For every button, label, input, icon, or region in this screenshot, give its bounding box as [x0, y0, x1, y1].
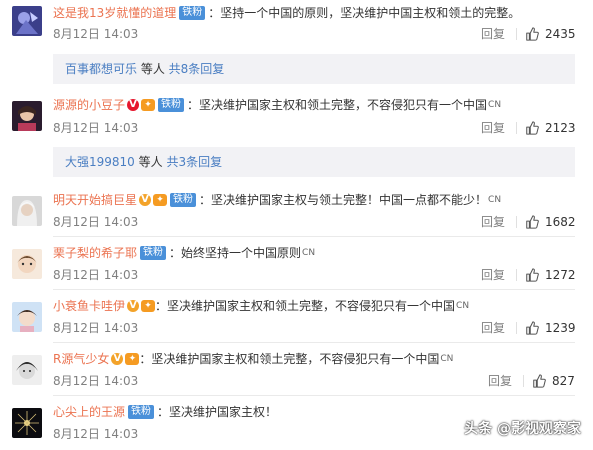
like-count: 1272	[545, 268, 576, 282]
cn-label: CN	[488, 195, 502, 205]
medal-icon: ✦	[125, 353, 140, 365]
cn-label: CN	[488, 100, 502, 110]
comment-time: 8月12日 14:03	[53, 321, 139, 335]
subreply-user[interactable]: 百事都想可乐	[65, 62, 137, 76]
subreply-mid: 等人	[137, 62, 169, 76]
comment-separator	[53, 236, 575, 237]
thumbs-up-icon	[533, 374, 546, 388]
comment-text: ：坚决维护国家主权和领土完整，不容侵犯只有一个中国	[187, 98, 488, 112]
username-link[interactable]: 源源的小豆子	[53, 95, 125, 115]
fan-badge: 铁粉	[128, 405, 155, 419]
comment-separator	[53, 395, 575, 396]
medal-icon: ✦	[141, 99, 156, 111]
action-divider	[523, 375, 524, 387]
subreply-mid: 等人	[134, 155, 167, 169]
action-divider	[516, 269, 517, 281]
like-button[interactable]: 2435	[525, 26, 576, 42]
thumbs-up-icon	[526, 215, 539, 229]
like-button[interactable]: 827	[532, 373, 575, 389]
fan-badge: 铁粉	[158, 98, 185, 112]
verified-v-icon: V	[127, 300, 140, 312]
verified-v-icon: V	[127, 99, 140, 111]
subreply-more-link[interactable]: 共3条回复	[166, 155, 222, 169]
avatar[interactable]	[12, 355, 42, 385]
fan-badge: 铁粉	[170, 193, 197, 207]
reply-button[interactable]: 回复	[481, 320, 505, 336]
reply-button[interactable]: 回复	[481, 26, 505, 42]
username-link[interactable]: 栗子梨的希子耶	[53, 243, 137, 263]
avatar[interactable]	[12, 196, 42, 226]
verified-v-icon: V	[139, 194, 152, 206]
thumbs-up-icon	[526, 321, 539, 335]
cn-label: CN	[302, 248, 316, 258]
username-link[interactable]: 小衰鱼卡哇伊	[53, 296, 125, 316]
like-button[interactable]: 1239	[525, 320, 576, 336]
like-count: 2123	[545, 121, 576, 135]
cn-label: CN	[456, 301, 470, 311]
comment-time: 8月12日 14:03	[53, 27, 139, 41]
like-button[interactable]: 2123	[525, 120, 576, 136]
comment-text: ：坚持一个中国的原则，坚决维护中国主权和领土的完整。	[208, 6, 521, 20]
like-count: 1682	[545, 215, 576, 229]
thumbs-up-icon	[526, 27, 539, 41]
reply-button[interactable]: 回复	[488, 373, 512, 389]
cn-label: CN	[440, 354, 454, 364]
reply-button[interactable]: 回复	[481, 120, 505, 136]
avatar[interactable]	[12, 6, 42, 36]
like-count: 2435	[545, 27, 576, 41]
action-divider	[516, 216, 517, 228]
avatar[interactable]	[12, 249, 42, 279]
comment-text: ：始终坚持一个中国原则	[169, 246, 302, 260]
fan-badge: 铁粉	[179, 6, 206, 20]
comment-separator	[53, 289, 575, 290]
like-count: 827	[552, 374, 575, 388]
like-count: 1239	[545, 321, 576, 335]
comment-text: ：坚决维护国家主权与领土完整！中国一点都不能少！	[199, 193, 488, 207]
username-link[interactable]: 明天开始搞巨星	[53, 190, 137, 210]
comment-time: 8月12日 14:03	[53, 268, 139, 282]
comment-time: 8月12日 14:03	[53, 215, 139, 229]
comment-text: ：坚决维护国家主权和领土完整，不容侵犯只有一个中国	[155, 299, 456, 313]
reply-button[interactable]: 回复	[481, 267, 505, 283]
like-button[interactable]: 1272	[525, 267, 576, 283]
fan-badge: 铁粉	[140, 246, 167, 260]
watermark: 头条 @影视观察家	[464, 421, 581, 437]
comment-text: ：坚决维护国家主权和领土完整，不容侵犯只有一个中国	[139, 352, 440, 366]
medal-icon: ✦	[141, 300, 156, 312]
subreply-summary[interactable]: 大强199810 等人 共3条回复	[53, 147, 575, 177]
comment-separator	[53, 342, 575, 343]
action-divider	[516, 322, 517, 334]
comment-time: 8月12日 14:03	[53, 121, 139, 135]
verified-v-icon: V	[111, 353, 124, 365]
comment-time: 8月12日 14:03	[53, 374, 139, 388]
subreply-more-link[interactable]: 共8条回复	[169, 62, 225, 76]
medal-icon: ✦	[153, 194, 168, 206]
like-button[interactable]: 1682	[525, 214, 576, 230]
username-link[interactable]: 这是我13岁就懂的道理	[53, 3, 176, 23]
avatar[interactable]	[12, 302, 42, 332]
comment-text: ：坚决维护国家主权！	[157, 405, 278, 419]
avatar[interactable]	[12, 408, 42, 438]
username-link[interactable]: R源气少女	[53, 349, 109, 369]
subreply-summary[interactable]: 百事都想可乐 等人 共8条回复	[53, 54, 575, 84]
thumbs-up-icon	[526, 268, 539, 282]
reply-button[interactable]: 回复	[481, 214, 505, 230]
action-divider	[516, 122, 517, 134]
action-divider	[516, 28, 517, 40]
comment-time: 8月12日 14:03	[53, 427, 139, 441]
thumbs-up-icon	[526, 121, 539, 135]
avatar[interactable]	[12, 101, 42, 131]
username-link[interactable]: 心尖上的王源	[53, 402, 125, 422]
subreply-user[interactable]: 大强199810	[65, 155, 135, 169]
